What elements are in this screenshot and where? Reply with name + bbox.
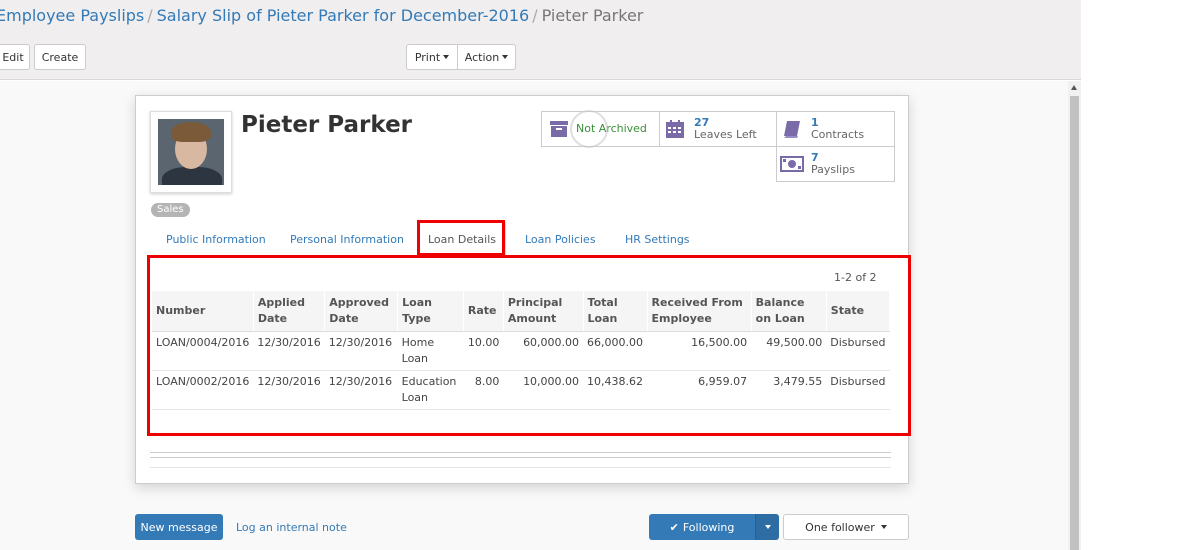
principal-amount: 10,000.00 bbox=[503, 370, 584, 410]
table-header-row: Number Applied Date Approved Date Loan T… bbox=[152, 291, 891, 332]
chevron-down-icon bbox=[443, 55, 450, 59]
contracts-label: Contracts bbox=[811, 128, 865, 141]
avatar bbox=[158, 119, 224, 185]
applied-date: 12/30/2016 bbox=[253, 331, 325, 371]
breadcrumb-separator: / bbox=[532, 6, 538, 25]
followers-label: One follower bbox=[805, 520, 875, 534]
table-row[interactable]: LOAN/0004/2016 12/30/2016 12/30/2016 Hom… bbox=[152, 331, 890, 371]
rate: 8.00 bbox=[463, 370, 504, 410]
loan-table: Number Applied Date Approved Date Loan T… bbox=[152, 291, 891, 436]
divider bbox=[150, 457, 891, 458]
column-header[interactable]: Number bbox=[152, 291, 254, 332]
column-header[interactable]: Rate bbox=[463, 291, 504, 332]
employee-name: Pieter Parker bbox=[241, 112, 413, 138]
divider bbox=[150, 467, 891, 468]
balance-on-loan: 3,479.55 bbox=[751, 370, 827, 410]
following-button[interactable]: ✔ Following bbox=[649, 514, 755, 540]
column-header[interactable]: Total Loan bbox=[583, 291, 648, 332]
edit-button[interactable]: Edit bbox=[0, 44, 30, 70]
print-dropdown[interactable]: Print bbox=[406, 44, 458, 70]
tab-loan-details[interactable]: Loan Details bbox=[418, 222, 507, 256]
check-icon: ✔ bbox=[669, 520, 679, 534]
breadcrumb-salary-slip[interactable]: Salary Slip of Pieter Parker for Decembe… bbox=[157, 6, 530, 25]
print-label: Print bbox=[414, 50, 441, 64]
book-icon bbox=[777, 119, 807, 139]
approved-date: 12/30/2016 bbox=[324, 331, 398, 371]
received-from-employee: 6,959.07 bbox=[647, 370, 752, 410]
breadcrumb-current: Pieter Parker bbox=[541, 6, 644, 25]
contracts-button[interactable]: 1 Contracts bbox=[776, 111, 895, 147]
loan-number: LOAN/0004/2016 bbox=[152, 331, 254, 371]
loading-ripple bbox=[570, 110, 608, 148]
following-dropdown-toggle[interactable] bbox=[755, 514, 779, 540]
divider bbox=[150, 452, 891, 453]
chevron-down-icon bbox=[880, 525, 887, 529]
rate: 10.00 bbox=[463, 331, 504, 371]
column-header[interactable]: Applied Date bbox=[253, 291, 326, 332]
create-button-label: Create bbox=[41, 50, 79, 64]
column-header[interactable]: Balance on Loan bbox=[751, 291, 827, 332]
employee-photo[interactable] bbox=[150, 111, 232, 193]
loan-type: Home Loan bbox=[397, 331, 464, 371]
state: Disbursed bbox=[826, 370, 890, 410]
following-label: Following bbox=[682, 520, 735, 534]
followers-dropdown[interactable]: One follower bbox=[783, 514, 909, 540]
chevron-down-icon bbox=[502, 55, 509, 59]
new-message-button[interactable]: New message bbox=[135, 514, 223, 540]
approved-date: 12/30/2016 bbox=[324, 370, 398, 410]
loan-type: Education Loan bbox=[397, 370, 464, 410]
state: Disbursed bbox=[826, 331, 890, 371]
log-note-label: Log an internal note bbox=[236, 520, 347, 534]
balance-on-loan: 49,500.00 bbox=[751, 331, 827, 371]
tab-public-information[interactable]: Public Information bbox=[166, 222, 266, 256]
column-header[interactable]: Principal Amount bbox=[503, 291, 584, 332]
log-note-link[interactable]: Log an internal note bbox=[236, 514, 347, 540]
breadcrumb: Employee Payslips / Salary Slip of Pieter … bbox=[0, 6, 643, 25]
tab-loan-policies[interactable]: Loan Policies bbox=[525, 222, 596, 256]
calendar-icon bbox=[660, 119, 690, 139]
table-empty-row bbox=[152, 409, 890, 436]
action-label: Action bbox=[464, 50, 500, 64]
scroll-up-arrow-icon[interactable] bbox=[1071, 85, 1077, 90]
principal-amount: 60,000.00 bbox=[503, 331, 584, 371]
column-header[interactable]: Loan Type bbox=[397, 291, 464, 332]
applied-date: 12/30/2016 bbox=[253, 370, 325, 410]
archive-toggle-button[interactable]: Not Archived bbox=[541, 110, 660, 148]
breadcrumb-employee-payslips[interactable]: Employee Payslips bbox=[0, 6, 144, 25]
total-loan: 10,438.62 bbox=[583, 370, 648, 410]
total-loan: 66,000.00 bbox=[583, 331, 648, 371]
new-message-label: New message bbox=[140, 520, 218, 534]
column-header[interactable]: Approved Date bbox=[324, 291, 399, 332]
column-header[interactable]: State bbox=[826, 291, 891, 332]
leaves-button[interactable]: 27 Leaves Left bbox=[659, 111, 777, 147]
action-dropdown[interactable]: Action bbox=[457, 44, 516, 70]
loan-number: LOAN/0002/2016 bbox=[152, 370, 254, 410]
category-tag: Sales bbox=[151, 203, 190, 217]
table-row[interactable]: LOAN/0002/2016 12/30/2016 12/30/2016 Edu… bbox=[152, 370, 890, 410]
money-icon bbox=[777, 156, 807, 172]
create-button[interactable]: Create bbox=[34, 44, 86, 70]
breadcrumb-separator: / bbox=[147, 6, 153, 25]
column-header[interactable]: Received From Employee bbox=[647, 291, 752, 332]
control-panel: Employee Payslips / Salary Slip of Pieter … bbox=[0, 0, 1081, 80]
tab-personal-information[interactable]: Personal Information bbox=[290, 222, 404, 256]
payslips-button[interactable]: 7 Payslips bbox=[776, 146, 895, 182]
leaves-label: Leaves Left bbox=[694, 128, 757, 141]
received-from-employee: 16,500.00 bbox=[647, 331, 752, 371]
scrollbar-thumb[interactable] bbox=[1070, 96, 1079, 550]
payslips-label: Payslips bbox=[811, 163, 855, 176]
pager-value[interactable]: 1-2 of 2 bbox=[834, 271, 877, 284]
chevron-down-icon bbox=[764, 525, 771, 529]
edit-button-label: Edit bbox=[2, 50, 24, 64]
tab-hr-settings[interactable]: HR Settings bbox=[625, 222, 690, 256]
